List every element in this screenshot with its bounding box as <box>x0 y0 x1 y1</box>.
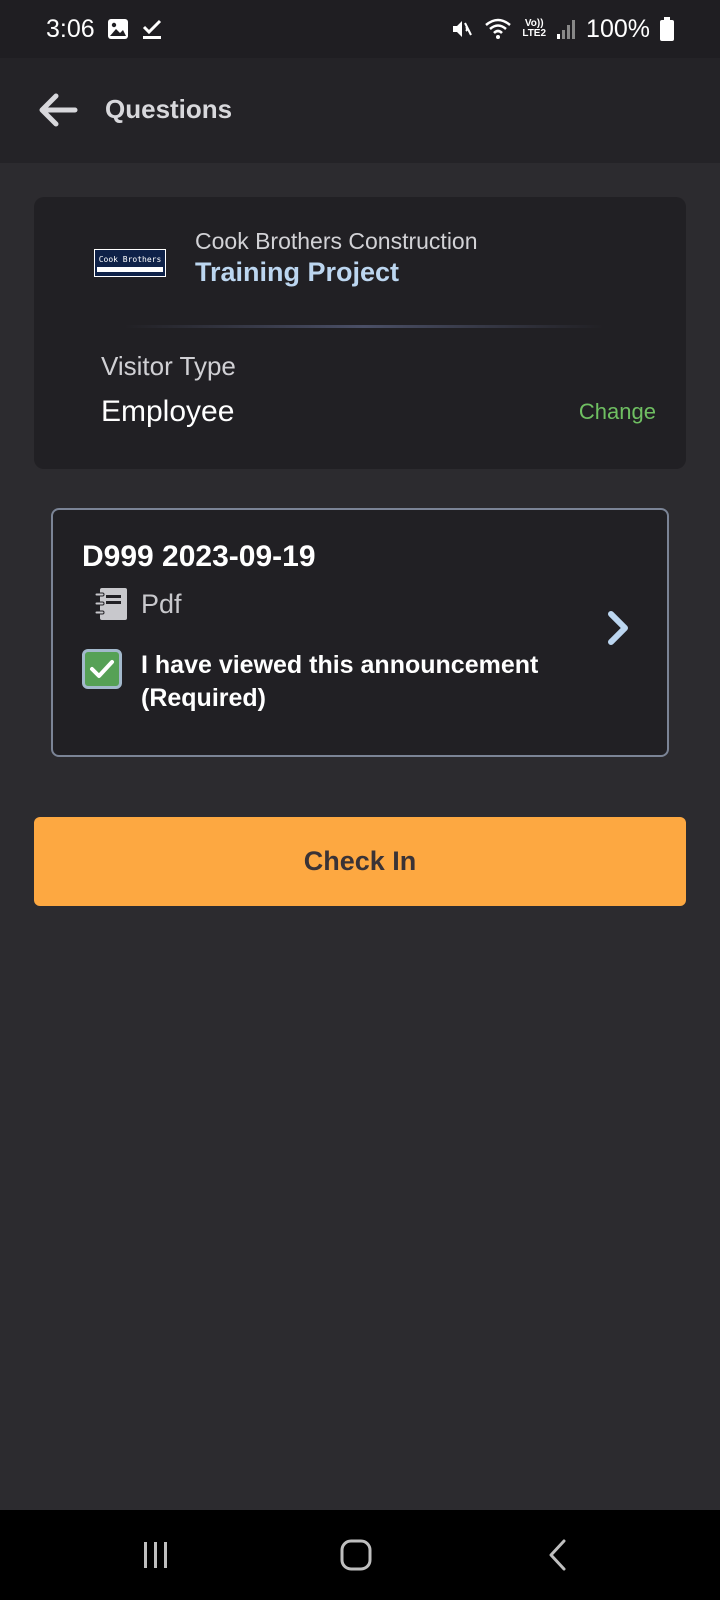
status-bar: 3:06 Vo)) LTE2 100% <box>0 0 720 58</box>
check-icon <box>90 660 114 678</box>
back-icon <box>549 1539 566 1571</box>
app-bar: Questions <box>0 58 720 163</box>
wifi-icon <box>484 17 512 41</box>
announcement-card[interactable]: D999 2023-09-19 Pdf I have viewed this a… <box>51 508 669 757</box>
visitor-type-label: Visitor Type <box>101 351 236 381</box>
document-type: Pdf <box>141 589 182 619</box>
system-nav-bar <box>0 1510 720 1600</box>
page-title: Questions <box>105 94 233 124</box>
viewed-checkbox[interactable] <box>82 649 122 689</box>
clock: 3:06 <box>46 14 95 43</box>
check-in-button[interactable]: Check In <box>34 817 686 906</box>
viewed-confirmation-label: I have viewed this announcement (Require… <box>141 651 539 712</box>
announcement-title: D999 2023-09-19 <box>82 540 316 573</box>
status-left: 3:06 <box>46 15 163 44</box>
company-name: Cook Brothers Construction <box>195 228 478 254</box>
gallery-icon <box>107 18 129 40</box>
chevron-right-icon <box>608 611 628 645</box>
home-button[interactable] <box>331 1535 381 1575</box>
divider <box>124 325 604 328</box>
recent-apps-button[interactable] <box>131 1535 181 1575</box>
lte-icon: Vo)) LTE2 <box>522 18 547 39</box>
notebook-icon <box>94 588 127 620</box>
system-back-button[interactable] <box>533 1535 583 1575</box>
company-logo: Cook Brothers <box>94 249 166 277</box>
battery-percent: 100% <box>586 14 650 43</box>
mute-icon <box>450 17 474 41</box>
project-card: Cook Brothers Cook Brothers Construction… <box>34 197 686 469</box>
visitor-type-value: Employee <box>101 395 235 428</box>
change-visitor-type-link[interactable]: Change <box>579 399 656 425</box>
status-right: Vo)) LTE2 100% <box>450 15 674 44</box>
project-name: Training Project <box>195 257 400 287</box>
back-button[interactable] <box>36 88 80 132</box>
recents-icon <box>144 1542 167 1568</box>
signal-icon <box>556 18 576 40</box>
home-icon <box>340 1539 372 1571</box>
arrow-left-icon <box>39 93 78 127</box>
battery-icon <box>660 17 674 41</box>
task-done-icon <box>141 18 163 40</box>
